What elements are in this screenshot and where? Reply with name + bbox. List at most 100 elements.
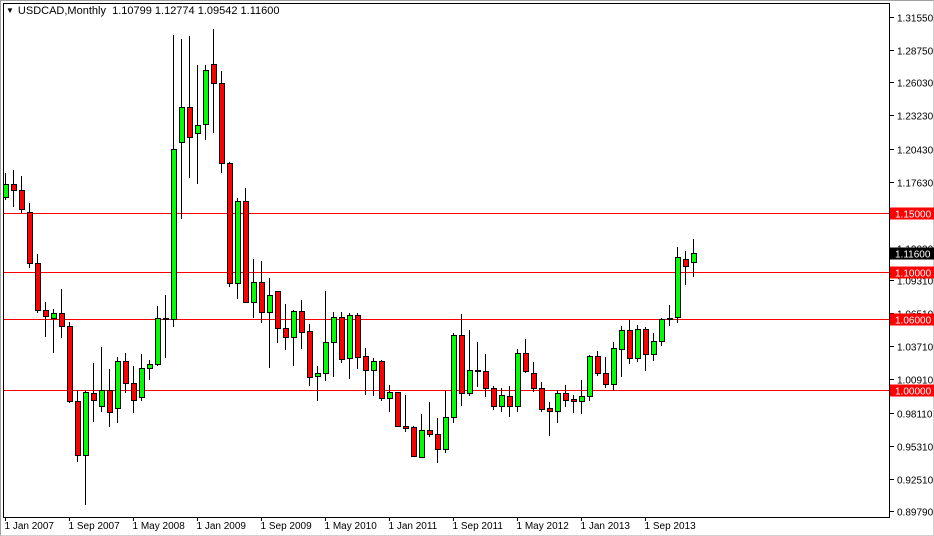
- symbol-label: USDCAD,Monthly: [17, 5, 106, 17]
- candle-body-up: [587, 356, 593, 397]
- x-tick-label: 1 Sep 2007: [69, 521, 121, 532]
- candle-body-down: [219, 83, 225, 164]
- candle-body-down: [91, 393, 97, 401]
- candle-body-up: [579, 396, 585, 402]
- y-tick-label: 0.89790: [897, 508, 934, 519]
- candle: [491, 386, 497, 410]
- y-tick-label: 0.98110: [897, 410, 933, 421]
- y-tick-label: 1.31550: [897, 14, 934, 25]
- x-tick-label: 1 May 2010: [325, 521, 378, 532]
- candle-body-down: [283, 328, 289, 338]
- candle-body-down: [75, 401, 81, 456]
- candle: [67, 322, 73, 403]
- candle: [307, 324, 313, 386]
- candle-body-down: [483, 371, 489, 389]
- x-tick-label: 1 Jan 2009: [197, 521, 247, 532]
- level-price-label: 1.00000: [895, 387, 932, 398]
- y-tick-label: 1.23230: [897, 112, 934, 123]
- candle-body-down: [259, 282, 265, 313]
- candle-body-up: [499, 395, 505, 407]
- candle-body-down: [395, 392, 401, 427]
- candle-body-up: [99, 390, 105, 407]
- candle-body-up: [451, 335, 457, 418]
- candle-body-down: [563, 393, 569, 401]
- level-price-label: 1.15000: [895, 210, 932, 221]
- candle-body-up: [315, 373, 321, 377]
- candle-body-up: [675, 257, 681, 318]
- candle: [27, 203, 33, 268]
- candle-body-down: [683, 259, 689, 267]
- candle-body-up: [667, 318, 673, 320]
- candle-body-down: [355, 315, 361, 358]
- candle-body-down: [187, 107, 193, 138]
- candle-body-up: [251, 282, 257, 303]
- candle-body-up: [619, 330, 625, 350]
- candle-body-down: [131, 383, 137, 401]
- x-tick-label: 1 Jan 2011: [389, 521, 438, 532]
- y-tick-label: 1.17630: [897, 179, 934, 190]
- candle-body-up: [139, 368, 145, 398]
- candle-body-up: [83, 392, 89, 456]
- candle-body-down: [523, 353, 529, 372]
- candlestick-chart[interactable]: 1.31550 1.28750 1.26030 1.23230 1.20430 1.176…: [0, 0, 934, 536]
- y-tick-label: 0.92510: [897, 476, 934, 487]
- candle-body-up: [179, 107, 185, 143]
- candle-body-up: [195, 125, 201, 134]
- y-tick-label: 0.95310: [897, 443, 934, 454]
- candle-body-up: [331, 317, 337, 343]
- candle: [587, 355, 593, 401]
- current-price-label: 1.11600: [895, 250, 931, 261]
- candle-body-down: [59, 313, 65, 327]
- y-tick-label: 1.03710: [897, 343, 934, 354]
- triangle-down-icon[interactable]: ▼: [6, 6, 14, 15]
- candle-body-up: [443, 417, 449, 450]
- x-tick-label: 1 Jan 2007: [5, 521, 55, 532]
- candle-body-down: [539, 388, 545, 410]
- candle-body-down: [275, 291, 281, 329]
- candle-body-up: [635, 329, 641, 359]
- candle-body-up: [163, 318, 169, 320]
- candle-body-up: [3, 184, 9, 198]
- candle-body-up: [419, 430, 425, 458]
- x-tick-label: 1 May 2008: [133, 521, 186, 532]
- candle-body-down: [363, 356, 369, 371]
- candle-body-down: [11, 184, 17, 191]
- candle-body-down: [603, 373, 609, 385]
- candle-body-down: [547, 408, 553, 412]
- candle: [675, 247, 681, 323]
- chart-title: ▼ USDCAD,Monthly 1.10799 1.12774 1.09542 …: [6, 5, 279, 17]
- candle: [227, 162, 233, 287]
- candle-body-down: [491, 388, 497, 407]
- candle-body-down: [35, 263, 41, 311]
- y-tick-label: 1.28750: [897, 47, 934, 58]
- candle-body-down: [643, 329, 649, 355]
- x-tick-label: 1 Sep 2013: [645, 521, 697, 532]
- candle-body-down: [571, 399, 577, 402]
- candle-body-up: [467, 370, 473, 394]
- y-tick-label: 1.26030: [897, 79, 934, 90]
- candle-body-down: [211, 64, 217, 84]
- candle: [515, 349, 521, 412]
- candle-body-down: [19, 190, 25, 210]
- candle-body-up: [115, 361, 121, 409]
- candle-body-down: [227, 163, 233, 284]
- x-tick-label: 1 Sep 2011: [453, 521, 504, 532]
- candle: [611, 342, 617, 391]
- x-tick-label: 1 Jan 2013: [581, 521, 631, 532]
- candle-body-up: [651, 341, 657, 355]
- candle-body-down: [123, 361, 129, 384]
- y-tick-label: 1.20430: [897, 146, 934, 157]
- candle-body-down: [459, 335, 465, 394]
- candle-body-down: [339, 317, 345, 360]
- candle: [411, 426, 417, 457]
- candle-body-down: [403, 426, 409, 429]
- x-tick-label: 1 May 2012: [517, 521, 570, 532]
- candle: [219, 71, 225, 173]
- candle-body-up: [203, 70, 209, 125]
- candle-body-down: [27, 212, 33, 264]
- candle: [243, 188, 249, 303]
- candle-body-up: [691, 253, 697, 263]
- candle-body-up: [235, 201, 241, 284]
- candle-body-up: [515, 353, 521, 407]
- candle-body-up: [51, 313, 57, 319]
